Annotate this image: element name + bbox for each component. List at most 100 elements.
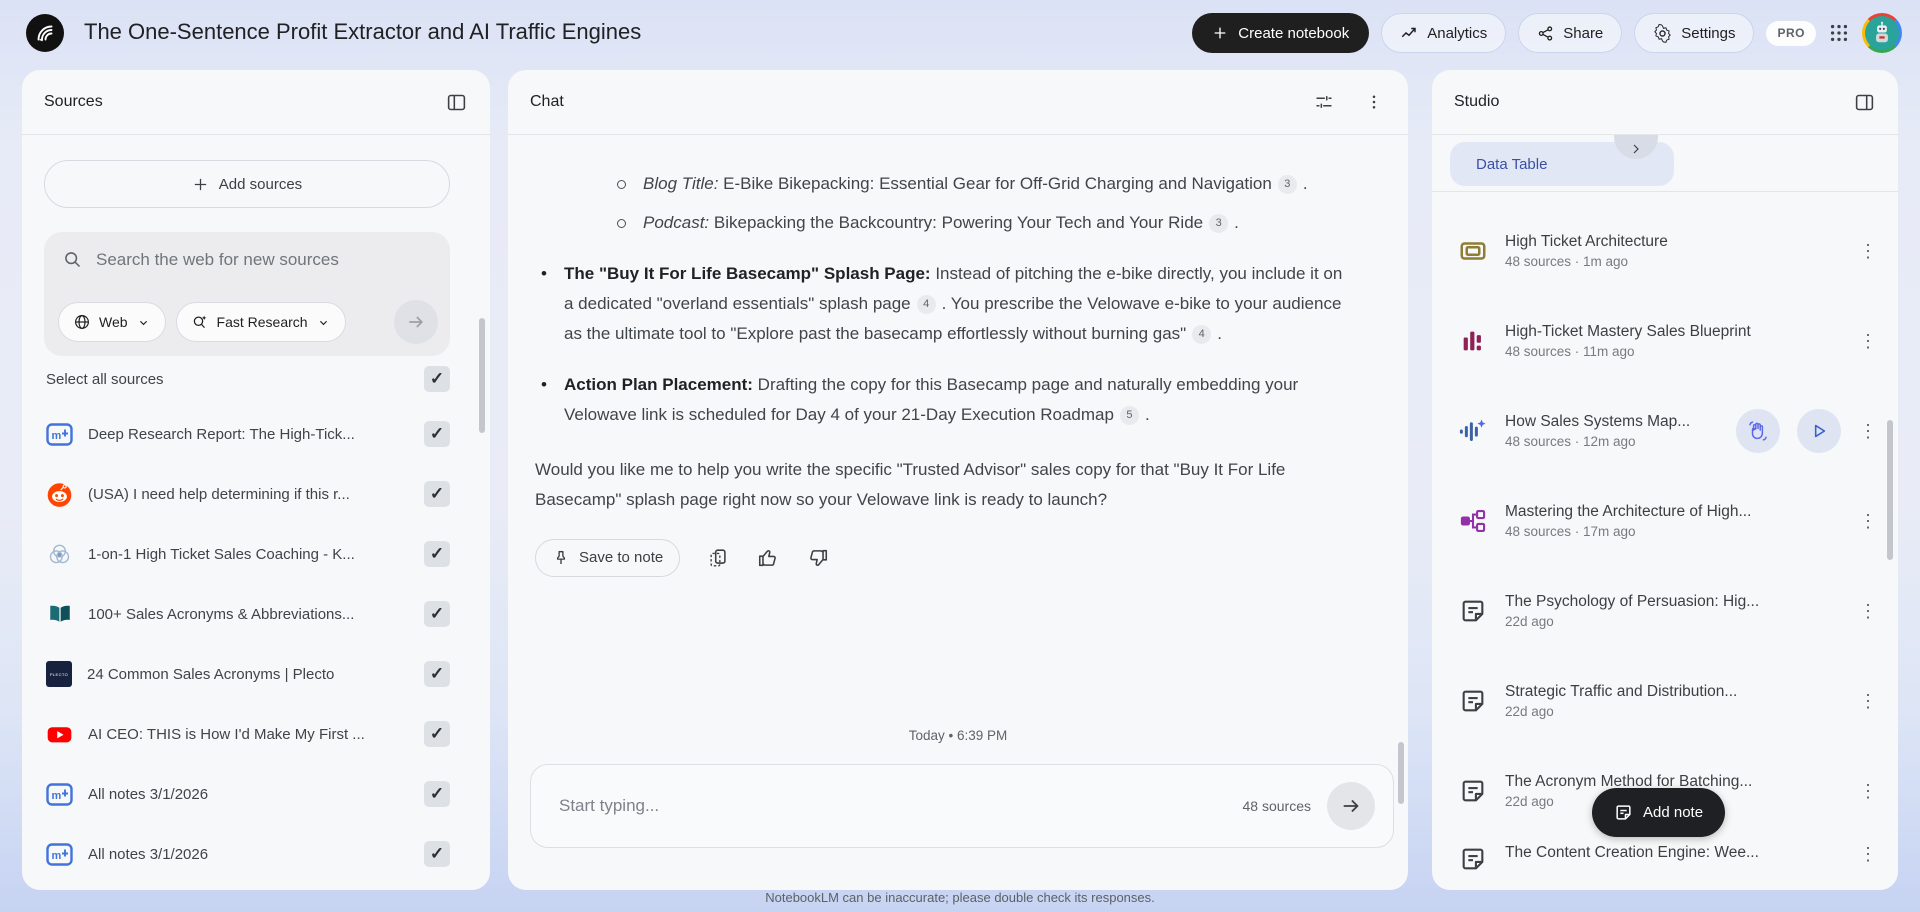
source-checkbox[interactable]: ✓ xyxy=(424,541,450,567)
analytics-button[interactable]: Analytics xyxy=(1381,13,1507,53)
citation-chip[interactable]: 4 xyxy=(916,294,936,314)
web-search-card: Search the web for new sources Web Fast … xyxy=(44,232,450,356)
citation-chip[interactable]: 3 xyxy=(1209,213,1229,233)
thumbs-up-icon[interactable] xyxy=(756,546,780,570)
plecto-logo-icon: PLECTO xyxy=(46,661,72,687)
arrow-right-icon xyxy=(409,316,424,328)
chat-more-icon[interactable] xyxy=(1362,90,1386,114)
create-notebook-label: Create notebook xyxy=(1238,24,1350,42)
analytics-label: Analytics xyxy=(1427,24,1488,42)
source-row[interactable]: (USA) I need help determining if this r.… xyxy=(46,464,450,524)
search-submit-button[interactable] xyxy=(394,300,438,344)
chat-scrollbar[interactable] xyxy=(1398,742,1404,804)
studio-item-title: High Ticket Architecture xyxy=(1505,233,1668,250)
settings-button[interactable]: Settings xyxy=(1634,13,1755,53)
collapse-sources-panel-icon[interactable] xyxy=(444,90,468,114)
share-icon xyxy=(1539,25,1553,41)
save-to-note-button[interactable]: Save to note xyxy=(535,539,681,577)
source-title: All notes 3/1/2026 xyxy=(88,785,209,803)
sources-scrollbar[interactable] xyxy=(479,318,485,433)
source-row[interactable]: m All notes 3/1/2026 ✓ xyxy=(46,824,450,884)
studio-item[interactable]: High-Ticket Mastery Sales Blueprint 48 so… xyxy=(1432,296,1898,386)
source-checkbox[interactable]: ✓ xyxy=(424,661,450,687)
chevron-down-icon xyxy=(319,320,327,325)
chat-settings-icon[interactable] xyxy=(1312,90,1336,114)
studio-item[interactable]: How Sales Systems Map... 48 sources · 12m… xyxy=(1432,386,1898,476)
studio-item[interactable]: Mastering the Architecture of High... 48 … xyxy=(1432,476,1898,566)
user-avatar[interactable] xyxy=(1862,13,1902,53)
collapse-studio-panel-icon[interactable] xyxy=(1852,90,1876,114)
note-icon xyxy=(1458,686,1488,716)
pin-icon xyxy=(556,550,566,564)
source-row[interactable]: 100+ Sales Acronyms & Abbreviations... ✓ xyxy=(46,584,450,644)
studio-output-chips: Data Table xyxy=(1432,135,1898,192)
source-checkbox[interactable]: ✓ xyxy=(424,421,450,447)
sources-list: m Deep Research Report: The High-Tick...… xyxy=(46,404,450,884)
chat-input-box[interactable]: Start typing... 48 sources xyxy=(530,764,1394,848)
citation-chip[interactable]: 4 xyxy=(1192,324,1212,344)
studio-item-more-icon[interactable]: ⋮ xyxy=(1858,421,1878,442)
studio-item-more-icon[interactable]: ⋮ xyxy=(1858,601,1878,622)
search-input[interactable]: Search the web for new sources xyxy=(96,250,339,270)
source-row[interactable]: 1-on-1 High Ticket Sales Coaching - K...… xyxy=(46,524,450,584)
studio-item-more-icon[interactable]: ⋮ xyxy=(1858,691,1878,712)
chat-panel-title: Chat xyxy=(530,93,564,110)
citation-chip[interactable]: 3 xyxy=(1277,174,1297,194)
studio-item[interactable]: High Ticket Architecture 48 sources · 1m … xyxy=(1432,206,1898,296)
source-checkbox[interactable]: ✓ xyxy=(424,781,450,807)
source-checkbox[interactable]: ✓ xyxy=(424,841,450,867)
sources-panel: Sources Add sources Search the web for n… xyxy=(22,70,490,890)
studio-item-more-icon[interactable]: ⋮ xyxy=(1858,844,1878,865)
research-mode-dropdown[interactable]: Fast Research xyxy=(175,302,346,342)
thumbs-down-icon[interactable] xyxy=(806,546,830,570)
copy-icon[interactable] xyxy=(706,546,730,570)
apps-grid-icon[interactable] xyxy=(1828,22,1850,44)
disclaimer-text: NotebookLM can be inaccurate; please dou… xyxy=(765,890,1155,905)
citation-chip[interactable]: 5 xyxy=(1119,405,1139,425)
analytics-icon xyxy=(1401,27,1416,38)
add-note-button[interactable]: Add note xyxy=(1592,788,1726,837)
add-note-label: Add note xyxy=(1643,804,1704,821)
chat-closing-question: Would you like me to help you write the … xyxy=(535,460,1286,509)
source-row[interactable]: AI CEO: THIS is How I'd Make My First ..… xyxy=(46,704,450,764)
share-button[interactable]: Share xyxy=(1518,13,1623,53)
source-checkbox[interactable]: ✓ xyxy=(424,601,450,627)
source-checkbox[interactable]: ✓ xyxy=(424,721,450,747)
web-filter-label: Web xyxy=(99,314,128,330)
studio-item-more-icon[interactable]: ⋮ xyxy=(1858,241,1878,262)
source-title: 100+ Sales Acronyms & Abbreviations... xyxy=(88,605,355,623)
play-audio-button[interactable] xyxy=(1797,409,1841,453)
search-sparkle-icon xyxy=(193,315,206,329)
source-row[interactable]: m Deep Research Report: The High-Tick...… xyxy=(46,404,450,464)
research-mode-label: Fast Research xyxy=(216,314,308,330)
web-filter-dropdown[interactable]: Web xyxy=(58,302,166,342)
source-checkbox[interactable]: ✓ xyxy=(424,481,450,507)
source-row[interactable]: m All notes 3/1/2026 ✓ xyxy=(46,764,450,824)
send-button[interactable] xyxy=(1327,782,1375,830)
notebooklm-doc-icon: m xyxy=(46,781,73,808)
studio-item-more-icon[interactable]: ⋮ xyxy=(1858,511,1878,532)
studio-item-more-icon[interactable]: ⋮ xyxy=(1858,781,1878,802)
book-icon xyxy=(46,601,73,628)
studio-item[interactable]: Strategic Traffic and Distribution... 22d… xyxy=(1432,656,1898,746)
add-sources-label: Add sources xyxy=(218,175,303,193)
select-all-checkbox[interactable]: ✓ xyxy=(424,366,450,392)
chat-input-placeholder[interactable]: Start typing... xyxy=(559,796,1243,816)
studio-item-more-icon[interactable]: ⋮ xyxy=(1858,331,1878,352)
source-row[interactable]: PLECTO 24 Common Sales Acronyms | Plecto… xyxy=(46,644,450,704)
notebooklm-logo-icon[interactable] xyxy=(26,14,64,52)
add-sources-button[interactable]: Add sources xyxy=(44,160,450,208)
svg-text:m: m xyxy=(52,850,62,862)
studio-item[interactable]: The Psychology of Persuasion: Hig... 22d … xyxy=(1432,566,1898,656)
notebook-title[interactable]: The One-Sentence Profit Extractor and AI… xyxy=(84,19,641,45)
source-title: All notes 3/1/2026 xyxy=(88,845,209,863)
note-icon xyxy=(1458,596,1488,626)
svg-text:m: m xyxy=(52,790,62,802)
sources-panel-title: Sources xyxy=(44,93,103,110)
create-notebook-button[interactable]: Create notebook xyxy=(1192,13,1370,53)
mind-map-icon xyxy=(1458,506,1488,536)
interactive-mode-button[interactable] xyxy=(1736,409,1780,453)
studio-item-title: How Sales Systems Map... xyxy=(1505,413,1691,430)
robot-avatar-image xyxy=(1865,16,1899,50)
studio-scrollbar[interactable] xyxy=(1887,420,1893,560)
